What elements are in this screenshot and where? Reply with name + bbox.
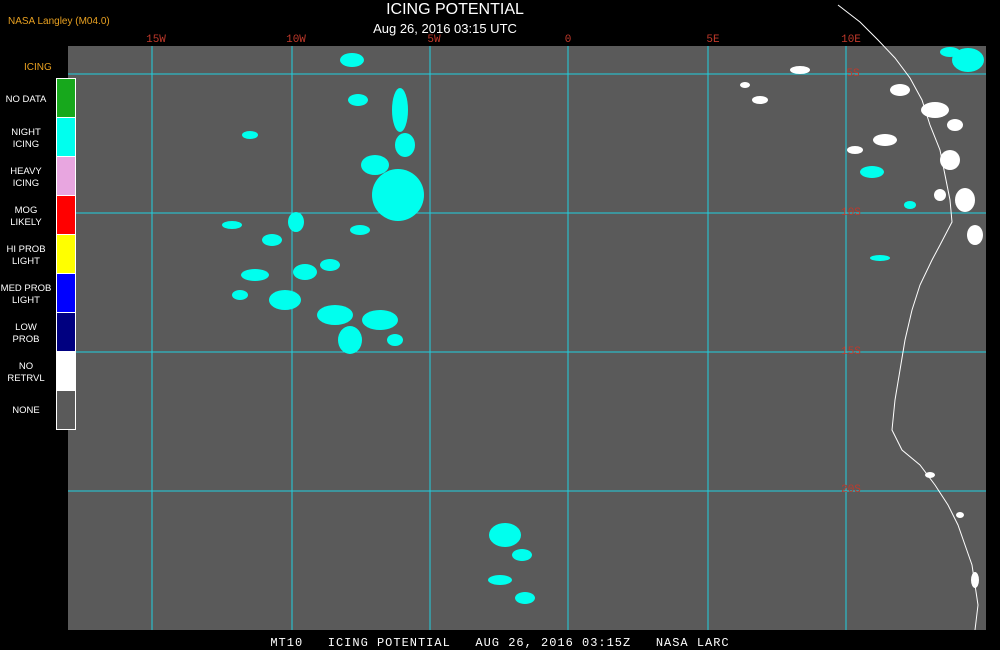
legend-label-mog-likely: MOG LIKELY	[10, 205, 42, 228]
legend-swatch-no-retrieval	[57, 352, 75, 391]
lon-label-5e: 5E	[706, 34, 720, 46]
legend-swatch-no-data	[57, 79, 75, 118]
legend-swatch-mog-likely	[57, 196, 75, 235]
legend-color-bar	[56, 78, 76, 430]
lon-label-5w: 5W	[427, 34, 441, 46]
legend-swatch-low-prob	[57, 313, 75, 352]
lat-label-20s: 20S	[841, 484, 861, 496]
lat-label-15s: 15S	[841, 346, 861, 358]
legend-swatch-heavy-icing	[57, 157, 75, 196]
legend-label-low-prob: LOW PROB	[12, 322, 40, 345]
lon-label-10w: 10W	[286, 34, 306, 46]
legend-label-med-prob-light: MED PROB LIGHT	[0, 283, 52, 306]
legend-label-hi-prob-light: HI PROB LIGHT	[6, 244, 46, 267]
lon-label-15w: 15W	[146, 34, 166, 46]
lat-label-5s: 5S	[846, 68, 860, 80]
map-background	[68, 46, 986, 630]
lon-label-10e: 10E	[841, 34, 861, 46]
legend-label-no-retrieval: NO RETRVL	[7, 361, 45, 384]
legend-swatch-hi-prob-light	[57, 235, 75, 274]
legend-label-heavy-icing: HEAVY ICING	[10, 166, 42, 189]
legend-swatch-med-prob-light	[57, 274, 75, 313]
map-svg	[68, 4, 986, 631]
lat-label-10s: 10S	[841, 207, 861, 219]
legend-swatch-night-icing	[57, 118, 75, 157]
legend-label-none: NONE	[12, 405, 40, 416]
legend-label-night-icing: NIGHT ICING	[11, 127, 41, 150]
footer-caption: MT10 ICING POTENTIAL AUG 26, 2016 03:15Z…	[270, 636, 730, 650]
map-timestamp: Aug 26, 2016 03:15 UTC	[373, 21, 517, 36]
lon-label-0: 0	[564, 34, 572, 46]
legend-title: ICING	[24, 62, 52, 73]
map-title: ICING POTENTIAL	[386, 1, 524, 18]
legend-swatch-none	[57, 391, 75, 429]
legend-label-no-data: NO DATA	[5, 94, 47, 105]
